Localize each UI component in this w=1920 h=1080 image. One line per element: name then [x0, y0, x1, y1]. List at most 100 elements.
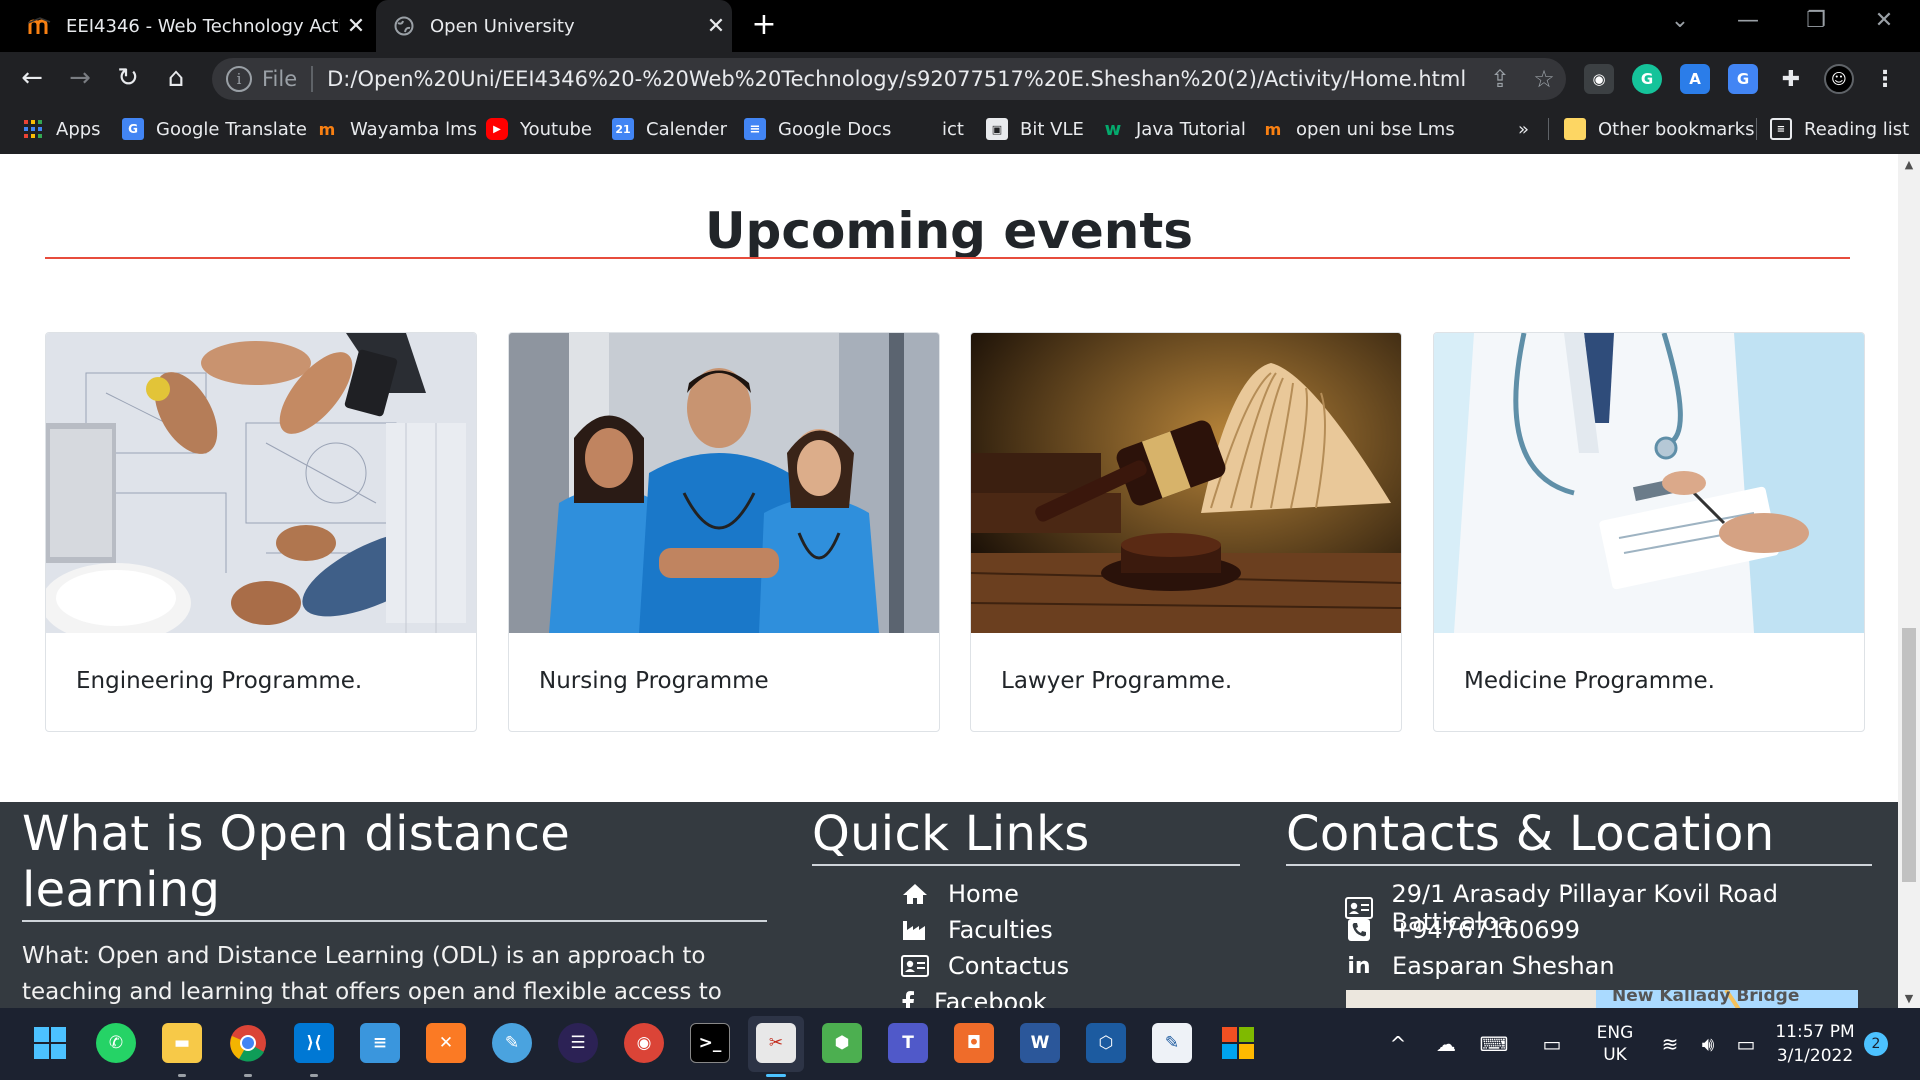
chrome-icon[interactable] — [228, 1023, 268, 1063]
divider — [1548, 118, 1549, 140]
xampp-icon[interactable]: ✕ — [426, 1023, 466, 1063]
forward-arrow-icon[interactable]: → — [64, 62, 96, 94]
quick-link-label: Contactus — [948, 952, 1070, 980]
close-tab-icon[interactable]: ✕ — [700, 14, 732, 39]
quick-link-home[interactable]: Home — [900, 880, 1019, 908]
notepad-icon[interactable]: ≡ — [360, 1023, 400, 1063]
menu-kebab-icon[interactable]: ⋮ — [1870, 64, 1900, 94]
quick-link-contactus[interactable]: Contactus — [900, 952, 1069, 980]
bookmark-wayamba-lms[interactable]: m Wayamba lms — [316, 104, 477, 154]
reading-list-icon: ≡ — [1770, 118, 1792, 140]
onedrive-icon[interactable]: ☁ — [1424, 1008, 1468, 1080]
office-app-icon[interactable]: ◘ — [954, 1023, 994, 1063]
bookmark-star-icon[interactable]: ☆ — [1522, 65, 1566, 93]
tab-web-technology[interactable]: EEI4346 - Web Technology Activit ✕ — [12, 0, 372, 52]
restore-icon[interactable]: ❐ — [1796, 8, 1836, 33]
extension-icon[interactable]: ◉ — [1584, 64, 1614, 94]
programme-card-engineering[interactable]: Engineering Programme. — [45, 332, 477, 732]
terminal-icon[interactable]: >_ — [690, 1023, 730, 1063]
bookmark-java-tutorial[interactable]: w Java Tutorial — [1102, 104, 1246, 154]
wifi-icon[interactable]: ≋ — [1652, 1008, 1688, 1080]
location-map[interactable]: New Kallady Bridge — [1346, 990, 1858, 1008]
programme-card-nursing[interactable]: Nursing Programme — [508, 332, 940, 732]
vscode-icon[interactable]: ⟩⟨ — [294, 1023, 334, 1063]
snipping-tool-icon[interactable]: ✂ — [756, 1023, 796, 1063]
url-text[interactable]: D:/Open%20Uni/EEI4346%20-%20Web%20Techno… — [327, 67, 1478, 91]
whatsapp-icon[interactable]: ✆ — [96, 1023, 136, 1063]
page-scrollbar[interactable]: ▲ ▼ — [1898, 154, 1920, 1008]
tab-title: EEI4346 - Web Technology Activit — [66, 15, 340, 37]
google-docs-icon: ≡ — [744, 118, 766, 140]
keyboard-icon[interactable]: ⌨ — [1472, 1008, 1516, 1080]
virtualbox-icon[interactable]: ⬡ — [1086, 1023, 1126, 1063]
card-caption: Lawyer Programme. — [1001, 668, 1233, 694]
file-explorer-icon[interactable]: ▬ — [162, 1023, 202, 1063]
bookmark-bit-vle[interactable]: ▣ Bit VLE — [986, 104, 1084, 154]
system-clock[interactable]: 11:57 PM 3/1/2022 — [1768, 1008, 1862, 1080]
tablet-icon[interactable]: ▭ — [1530, 1008, 1574, 1080]
bookmark-google-translate[interactable]: G Google Translate — [122, 104, 307, 154]
windows-taskbar: ✆ ▬ ⟩⟨ ≡ ✕ ✎ ☰ ◉ >_ ✂ ⬢ T ◘ W ⬡ ✎ ^ ☁ ⌨ … — [0, 1008, 1920, 1080]
teams-icon[interactable]: T — [888, 1023, 928, 1063]
bookmark-youtube[interactable]: ▶ Youtube — [486, 104, 592, 154]
card-caption: Medicine Programme. — [1464, 668, 1715, 694]
footer-about-text: What: Open and Distance Learning (ODL) i… — [22, 943, 722, 1005]
new-tab-button[interactable]: + — [746, 8, 782, 44]
windows-start-icon[interactable] — [30, 1023, 70, 1063]
bookmark-open-uni-bse-lms[interactable]: m open uni bse Lms — [1262, 104, 1455, 154]
page-viewport: Upcoming events Engineering Programme. N… — [0, 154, 1898, 1008]
scroll-down-icon[interactable]: ▼ — [1898, 992, 1920, 1005]
battery-icon[interactable]: ▭ — [1728, 1008, 1764, 1080]
programme-card-medicine[interactable]: Medicine Programme. — [1433, 332, 1865, 732]
minimize-icon[interactable]: — — [1728, 8, 1768, 33]
quick-link-facebook[interactable]: Facebook — [900, 988, 1047, 1008]
contact-phone[interactable]: +94767160699 — [1344, 916, 1580, 944]
contact-linkedin[interactable]: in Easparan Sheshan — [1344, 952, 1614, 980]
doctor-clipboard-image — [1434, 333, 1864, 633]
active-indicator — [766, 1074, 786, 1077]
colorful-app-icon[interactable] — [1218, 1023, 1258, 1063]
bookmark-apps[interactable]: Apps — [22, 104, 101, 154]
grammarly-icon[interactable]: G — [1632, 64, 1662, 94]
reload-icon[interactable]: ↻ — [112, 62, 144, 94]
gavel-book-image — [971, 333, 1401, 633]
home-icon[interactable]: ⌂ — [160, 62, 192, 94]
quick-link-faculties[interactable]: Faculties — [900, 916, 1053, 944]
avatar[interactable]: ☺ — [1824, 64, 1854, 94]
site-footer: What is Open distance learning What: Ope… — [0, 802, 1898, 1008]
close-tab-icon[interactable]: ✕ — [340, 14, 372, 39]
bookmark-calender[interactable]: 21 Calender — [612, 104, 727, 154]
close-window-icon[interactable]: ✕ — [1864, 8, 1904, 33]
language-indicator[interactable]: ENG UK — [1588, 1008, 1642, 1080]
quick-link-label: Facebook — [934, 988, 1047, 1008]
notification-badge[interactable]: 2 — [1864, 1032, 1888, 1056]
chevron-up-icon[interactable]: ^ — [1378, 1008, 1418, 1080]
address-bar[interactable]: i File D:/Open%20Uni/EEI4346%20-%20Web%2… — [212, 58, 1566, 100]
back-arrow-icon[interactable]: ← — [16, 62, 48, 94]
bookmark-ict[interactable]: ict — [908, 104, 964, 154]
other-bookmarks-folder[interactable]: Other bookmarks — [1564, 104, 1754, 154]
chrome-profile-icon[interactable]: ◉ — [624, 1023, 664, 1063]
scrollbar-thumb[interactable] — [1902, 628, 1916, 882]
python-file-icon[interactable]: ✎ — [1152, 1023, 1192, 1063]
share-icon[interactable]: ⇪ — [1478, 65, 1522, 93]
bookmark-google-docs[interactable]: ≡ Google Docs — [744, 104, 891, 154]
programme-card-lawyer[interactable]: Lawyer Programme. — [970, 332, 1402, 732]
tab-search-icon[interactable]: ⌄ — [1660, 8, 1700, 33]
bookmarks-overflow-button[interactable]: » — [1518, 104, 1529, 154]
word-icon[interactable]: W — [1020, 1023, 1060, 1063]
map-place-label: New Kallady Bridge — [1612, 990, 1800, 1006]
reading-list-button[interactable]: ≡ Reading list — [1770, 104, 1909, 154]
google-translate-icon[interactable]: G — [1728, 64, 1758, 94]
volume-icon[interactable]: 🔊︎ — [1690, 1008, 1726, 1080]
app-cube-icon[interactable]: ⬢ — [822, 1023, 862, 1063]
tab-open-university[interactable]: Open University ✕ — [376, 0, 732, 52]
w3schools-icon: w — [1104, 118, 1122, 140]
footer-quick-links-heading: Quick Links — [812, 806, 1090, 862]
scroll-up-icon[interactable]: ▲ — [1898, 158, 1920, 171]
site-info-icon[interactable]: i — [226, 66, 252, 92]
puzzle-icon[interactable]: ✚ — [1776, 64, 1806, 94]
translate-a-icon[interactable]: A — [1680, 64, 1710, 94]
paint-icon[interactable]: ✎ — [492, 1023, 532, 1063]
eclipse-icon[interactable]: ☰ — [558, 1023, 598, 1063]
